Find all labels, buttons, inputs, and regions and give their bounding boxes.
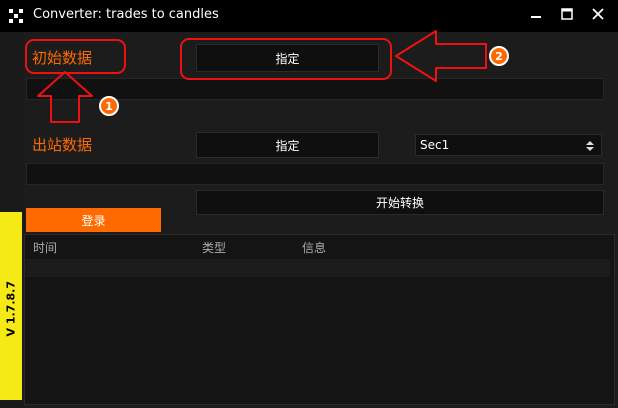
- close-button[interactable]: [578, 0, 618, 28]
- spin-arrows-icon: [586, 141, 594, 151]
- column-header-message[interactable]: 信息: [302, 239, 326, 256]
- minimize-icon: [531, 16, 541, 18]
- log-table-header: 时间 类型 信息: [25, 235, 614, 257]
- column-header-type[interactable]: 类型: [202, 239, 226, 256]
- title-bar: Converter: trades to candles: [0, 0, 618, 32]
- annotation-marker-1: 1: [99, 96, 119, 116]
- version-label: V 1.7.8.7: [4, 281, 18, 337]
- timeframe-value: Sec1: [420, 138, 450, 152]
- log-table: 时间 类型 信息: [24, 234, 615, 405]
- window-title: Converter: trades to candles: [33, 7, 219, 22]
- table-row: [25, 259, 610, 277]
- start-convert-button[interactable]: 开始转换: [196, 190, 604, 215]
- column-header-time[interactable]: 时间: [33, 239, 57, 256]
- output-path-field[interactable]: [26, 163, 604, 185]
- login-button[interactable]: 登录: [26, 208, 161, 232]
- timeframe-select[interactable]: Sec1: [415, 134, 602, 156]
- output-specify-button[interactable]: 指定: [196, 132, 379, 158]
- app-logo-icon: [9, 9, 23, 23]
- output-data-label: 出站数据: [32, 136, 93, 154]
- maximize-icon: [561, 8, 573, 20]
- annotation-box-specify-button: [180, 38, 392, 80]
- close-icon: [592, 8, 604, 20]
- annotation-box-source-label: [25, 39, 126, 74]
- annotation-marker-2: 2: [489, 46, 509, 66]
